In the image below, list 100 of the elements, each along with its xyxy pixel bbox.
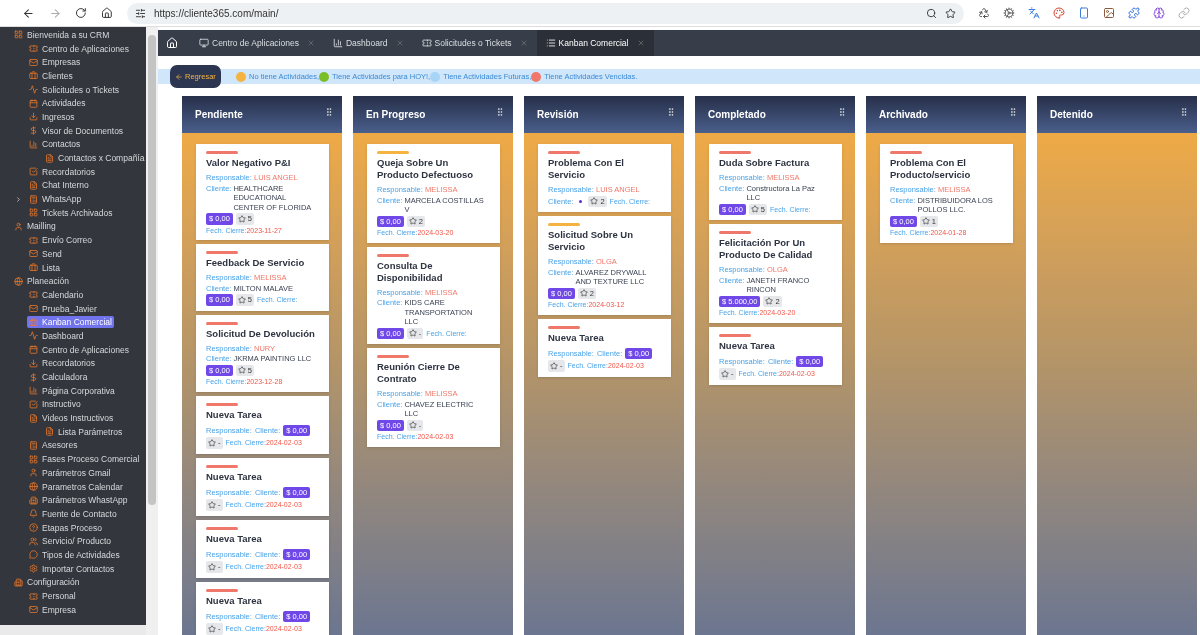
ticket-icon — [29, 591, 38, 601]
sidebar-item[interactable]: Bienvenida a su CRM — [12, 28, 112, 41]
sidebar-item[interactable]: Prueba_Javier — [27, 302, 99, 315]
grip-icon[interactable] — [495, 106, 505, 117]
back-icon[interactable] — [22, 6, 35, 20]
sidebar-item[interactable]: Actividades — [27, 97, 88, 110]
close-icon — [636, 39, 645, 47]
sidebar-item[interactable]: Chat Interno — [27, 179, 91, 192]
tab[interactable]: Solicitudes o Tickets — [412, 30, 537, 56]
sidebar-item[interactable]: Clientes — [27, 69, 75, 82]
sidebar-item[interactable]: Parametros Calendar — [27, 480, 125, 493]
star-icon — [750, 205, 759, 214]
star-icon — [408, 421, 417, 430]
card-title: Problema Con El Servicio — [548, 157, 625, 181]
sidebar-item[interactable]: Recordatorios — [27, 165, 97, 178]
tab[interactable]: Centro de Aplicaciones — [190, 30, 324, 56]
sidebar-item[interactable]: Fuente de Contacto — [27, 507, 119, 520]
download-icon — [29, 358, 38, 368]
address-bar[interactable]: https://cliente365.com/main/ — [126, 2, 964, 24]
sidebar-item[interactable]: Send — [27, 247, 64, 260]
bookmark-icon[interactable] — [945, 7, 956, 19]
card-title: Problema Con El Producto/servicio — [890, 157, 972, 181]
checkbox-icon — [29, 399, 38, 409]
mail-icon — [29, 304, 38, 314]
sidebar-item[interactable]: Recordatorios — [27, 357, 97, 370]
sidebar-item[interactable]: Mailling — [12, 220, 58, 233]
card-title: Consulta De Disponibilidad — [377, 259, 444, 284]
settings-icon — [29, 564, 38, 574]
gear-icon[interactable] — [1003, 7, 1015, 19]
grip-icon[interactable] — [324, 106, 334, 117]
zoom-icon[interactable] — [926, 7, 937, 19]
sidebar-item[interactable]: Empresas — [27, 56, 83, 69]
sidebar-item[interactable]: Centro de Aplicaciones — [27, 42, 131, 55]
star-icon — [721, 369, 729, 378]
grip-icon[interactable] — [837, 106, 847, 117]
sidebar-item[interactable]: Solicitudes o Tickets — [27, 83, 121, 96]
document-icon — [45, 153, 54, 163]
recycle-icon[interactable] — [978, 7, 990, 19]
sidebar-item[interactable]: Kanban Comercial — [27, 316, 114, 329]
column-title: Revisión — [537, 108, 579, 122]
sidebar-item[interactable]: Contactos — [27, 138, 83, 151]
tab[interactable]: Dashboard — [323, 30, 413, 56]
sidebar-item[interactable]: Envío Correo — [27, 234, 95, 247]
brain-icon[interactable] — [1153, 7, 1165, 19]
sidebar-item[interactable]: Personal — [27, 590, 78, 603]
sidebar-item[interactable]: Importar Contactos — [27, 562, 117, 575]
list-icon — [545, 38, 556, 48]
grip-icon[interactable] — [666, 106, 676, 117]
grip-icon[interactable] — [1008, 106, 1018, 117]
monitor-icon — [199, 38, 209, 48]
horizontal-scrollbar[interactable] — [0, 625, 146, 635]
dollar-icon — [29, 372, 38, 382]
card-title: Solicitud Sobre Un Servicio — [548, 229, 634, 253]
sidebar-item[interactable]: Videos Instructivos — [27, 412, 116, 425]
sidebar-item[interactable]: Visor de Documentos — [27, 124, 126, 137]
sidebar-item[interactable]: Contactos x Compañía — [43, 152, 146, 165]
close-icon — [519, 39, 528, 47]
puzzle-icon[interactable] — [1128, 7, 1140, 19]
grid-icon — [29, 454, 38, 464]
mail-icon — [29, 249, 38, 259]
palette-icon[interactable] — [1053, 7, 1065, 19]
translate-icon[interactable] — [1028, 7, 1040, 19]
sidebar-item[interactable]: Dashboard — [27, 329, 86, 342]
sidebar-item[interactable]: Asesores — [27, 439, 80, 452]
bell-icon — [29, 509, 38, 519]
sidebar-item[interactable]: Instructivo — [27, 398, 83, 411]
expand-caret-icon[interactable] — [15, 195, 22, 203]
sidebar-item[interactable]: Centro de Aplicaciones — [27, 343, 131, 356]
tab[interactable]: Kanban Comercial — [536, 30, 654, 56]
column-title: Completado — [708, 108, 766, 122]
sidebar-item[interactable]: Calendario — [27, 288, 86, 301]
sidebar-item[interactable]: Tipos de Actividades — [27, 548, 122, 561]
sidebar-item[interactable]: Planeación — [12, 275, 72, 288]
sidebar-item[interactable]: Configuración — [12, 576, 82, 589]
scrollbar[interactable] — [146, 27, 158, 635]
site-settings-icon — [134, 7, 146, 19]
sidebar-item[interactable]: Tickets Archivados — [27, 206, 115, 219]
sidebar-item[interactable]: Calculadora — [27, 371, 90, 384]
sidebar-item[interactable]: WhatsApp — [27, 193, 84, 206]
star-icon — [765, 297, 774, 306]
reload-icon[interactable] — [75, 7, 88, 19]
image-icon[interactable] — [1103, 7, 1115, 19]
sidebar-item[interactable]: Etapas Proceso — [27, 521, 104, 534]
sidebar-item[interactable]: Parámetros WhastApp — [27, 494, 130, 507]
star-icon — [550, 361, 558, 370]
sidebar-item[interactable]: Empresa — [27, 603, 78, 616]
sidebar-item[interactable]: Fases Proceso Comercial — [27, 453, 142, 466]
sidebar-item[interactable]: Parámetros Gmail — [27, 466, 113, 479]
sidebar-item[interactable]: Servicio/ Producto — [27, 535, 113, 548]
column-title: Archivado — [879, 108, 928, 122]
phone-icon[interactable] — [1078, 7, 1090, 19]
chat-icon — [29, 550, 38, 560]
sidebar-item[interactable]: Página Corporativa — [27, 384, 117, 397]
home-icon[interactable] — [101, 7, 113, 19]
grid-icon — [29, 208, 38, 218]
sidebar-item[interactable]: Ingresos — [27, 110, 77, 123]
grip-icon[interactable] — [1179, 106, 1189, 117]
sidebar-item[interactable]: Lista Parámetros — [43, 425, 125, 438]
sidebar-item[interactable]: Lista — [27, 261, 62, 274]
card-title: Reunión Cierre De Contrato — [377, 361, 461, 385]
